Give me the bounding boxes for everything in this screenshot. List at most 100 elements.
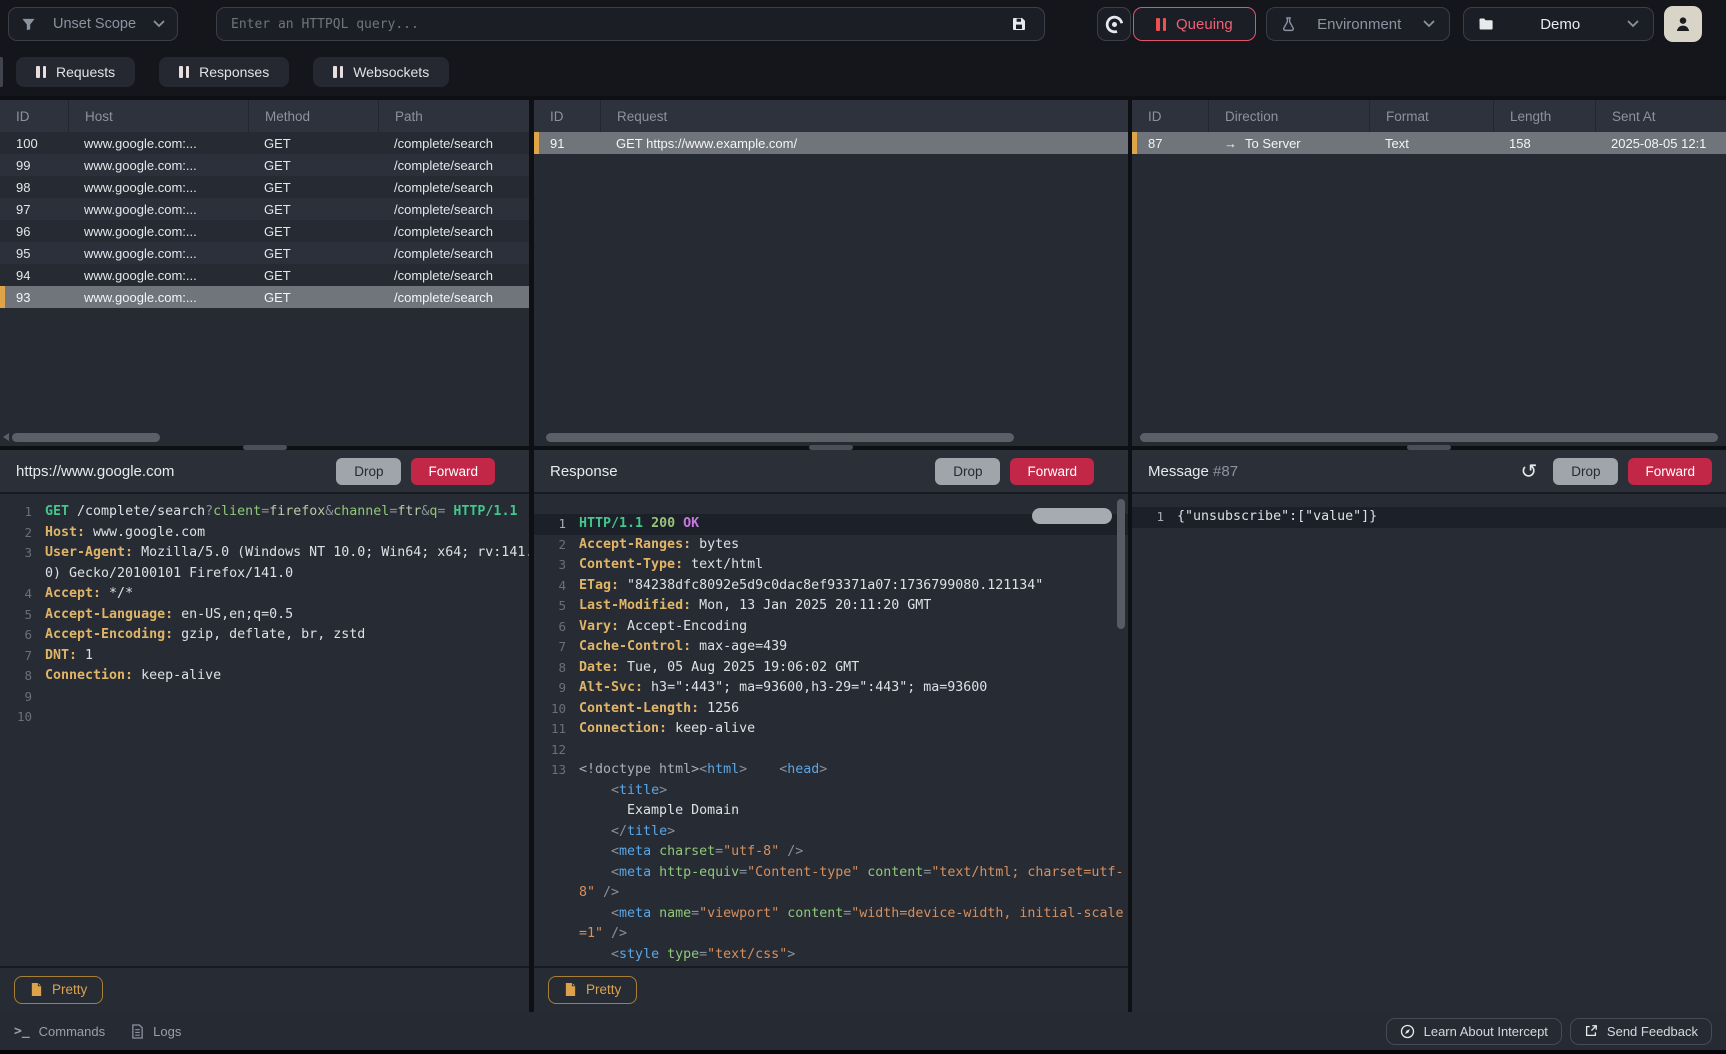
- line-number: 9: [0, 687, 32, 708]
- table-cell: Text: [1369, 136, 1493, 151]
- drop-button[interactable]: Drop: [336, 458, 401, 485]
- code-line: 12: [534, 740, 1128, 761]
- scrollbar-thumb-horizontal[interactable]: [1032, 508, 1112, 524]
- table-row[interactable]: 95www.google.com:...GET/complete/search: [0, 242, 529, 264]
- code-line: =1" />: [534, 924, 1128, 945]
- column-header[interactable]: ID: [534, 109, 600, 124]
- forward-button[interactable]: Forward: [1010, 458, 1094, 485]
- table-row[interactable]: 91GET https://www.example.com/: [534, 132, 1128, 154]
- column-header[interactable]: Format: [1369, 100, 1493, 132]
- user-avatar-button[interactable]: [1664, 6, 1702, 42]
- code-text: DNT: 1: [32, 646, 93, 667]
- line-number: [0, 564, 32, 585]
- code-text: Example Domain: [566, 801, 739, 822]
- line-number: 7: [0, 646, 32, 667]
- terminal-icon: >_: [14, 1024, 30, 1039]
- drop-button[interactable]: Drop: [935, 458, 1000, 485]
- table-row[interactable]: 96www.google.com:...GET/complete/search: [0, 220, 529, 242]
- code-line: 7Cache-Control: max-age=439: [534, 637, 1128, 658]
- scope-label: Unset Scope: [46, 16, 143, 32]
- pretty-toggle-button[interactable]: Pretty: [548, 976, 637, 1004]
- table-cell: www.google.com:...: [68, 136, 248, 151]
- horizontal-scrollbar[interactable]: [12, 433, 160, 442]
- flask-icon: [1281, 16, 1296, 32]
- table-row[interactable]: 94www.google.com:...GET/complete/search: [0, 264, 529, 286]
- message-title: Message #87: [1148, 463, 1510, 480]
- column-header[interactable]: ID: [1132, 109, 1208, 124]
- line-number: [534, 801, 566, 822]
- splitter-handle[interactable]: [1407, 445, 1451, 450]
- document-icon: [30, 982, 43, 997]
- pretty-toggle-button[interactable]: Pretty: [14, 976, 103, 1004]
- code-text: Content-Type: text/html: [566, 555, 763, 576]
- save-query-icon[interactable]: [1004, 9, 1034, 39]
- toggle-responses[interactable]: Responses: [159, 57, 289, 87]
- horizontal-scrollbar[interactable]: [546, 433, 1014, 442]
- table-row[interactable]: 99www.google.com:...GET/complete/search: [0, 154, 529, 176]
- request-panel-header: https://www.google.com Drop Forward: [0, 450, 529, 492]
- table-header-row: IDDirectionFormatLengthSent At: [1132, 100, 1726, 132]
- table-cell: /complete/search: [378, 246, 529, 261]
- queuing-toggle-button[interactable]: Queuing: [1133, 7, 1256, 41]
- code-text: Accept-Language: en-US,en;q=0.5: [32, 605, 293, 626]
- column-header[interactable]: ID: [0, 109, 68, 124]
- intercept-app: Unset Scope Queuing Environment: [0, 0, 1726, 1054]
- table-cell: www.google.com:...: [68, 224, 248, 239]
- code-line: </title>: [534, 822, 1128, 843]
- scope-dropdown[interactable]: Unset Scope: [8, 7, 178, 41]
- code-text: Cache-Control: max-age=439: [566, 637, 787, 658]
- request-editor[interactable]: 1GET /complete/search?client=firefox&cha…: [0, 492, 529, 966]
- code-line: 10: [0, 707, 529, 728]
- code-text: Last-Modified: Mon, 13 Jan 2025 20:11:20…: [566, 596, 931, 617]
- request-detail-panel: https://www.google.com Drop Forward 1GET…: [0, 450, 529, 1012]
- logs-button[interactable]: Logs: [131, 1024, 181, 1039]
- code-text: [566, 740, 579, 761]
- drop-button[interactable]: Drop: [1553, 458, 1618, 485]
- table-cell: www.google.com:...: [68, 202, 248, 217]
- horizontal-scrollbar[interactable]: [1140, 433, 1718, 442]
- environment-dropdown[interactable]: Environment: [1266, 7, 1450, 41]
- project-dropdown[interactable]: Demo: [1463, 7, 1654, 41]
- table-row[interactable]: 87→To ServerText1582025-08-05 12:1: [1132, 132, 1726, 154]
- column-header[interactable]: Direction: [1208, 100, 1369, 132]
- table-row[interactable]: 98www.google.com:...GET/complete/search: [0, 176, 529, 198]
- splitter-handle[interactable]: [243, 445, 287, 450]
- message-editor[interactable]: 1{"unsubscribe":["value"]}: [1132, 492, 1726, 1012]
- table-row[interactable]: 97www.google.com:...GET/complete/search: [0, 198, 529, 220]
- code-text: <style type="text/css">: [566, 945, 795, 966]
- column-header[interactable]: Length: [1493, 100, 1595, 132]
- column-header[interactable]: Method: [248, 100, 378, 132]
- code-text: <!doctype html><html> <head>: [566, 760, 827, 781]
- column-header[interactable]: Path: [378, 100, 529, 132]
- line-number: [534, 883, 566, 904]
- code-text: Accept-Ranges: bytes: [566, 535, 739, 556]
- forward-button[interactable]: Forward: [411, 458, 495, 485]
- httpql-query-input[interactable]: [231, 17, 1004, 32]
- table-row[interactable]: 93www.google.com:...GET/complete/search: [0, 286, 529, 308]
- forward-button[interactable]: Forward: [1628, 458, 1712, 485]
- undo-icon[interactable]: ↺: [1520, 461, 1537, 481]
- drawer-handle[interactable]: [0, 57, 3, 87]
- caido-logo-button[interactable]: [1097, 7, 1131, 41]
- send-feedback-button[interactable]: Send Feedback: [1570, 1018, 1712, 1045]
- splitter-handle[interactable]: [809, 445, 853, 450]
- table-row[interactable]: 100www.google.com:...GET/complete/search: [0, 132, 529, 154]
- commands-button[interactable]: >_ Commands: [14, 1024, 105, 1039]
- code-text: [32, 687, 45, 708]
- learn-about-intercept-button[interactable]: Learn About Intercept: [1386, 1018, 1562, 1045]
- column-header[interactable]: Host: [68, 100, 248, 132]
- line-number: 3: [534, 555, 566, 576]
- column-header[interactable]: Request: [600, 100, 1128, 132]
- scrollbar-thumb-vertical[interactable]: [1117, 499, 1125, 629]
- response-editor[interactable]: 1HTTP/1.1 200 OK2Accept-Ranges: bytes3Co…: [534, 492, 1128, 966]
- httpql-query-bar: [216, 7, 1045, 41]
- column-header[interactable]: Sent At: [1595, 100, 1726, 132]
- scroll-left-arrow[interactable]: [3, 433, 9, 441]
- code-text: User-Agent: Mozilla/5.0 (Windows NT 10.0…: [32, 543, 529, 564]
- top-bar: Unset Scope Queuing Environment: [0, 0, 1726, 48]
- table-cell: 87: [1132, 136, 1208, 151]
- toggle-websockets[interactable]: Websockets: [313, 57, 449, 87]
- table-cell: 91: [534, 136, 600, 151]
- toggle-requests[interactable]: Requests: [16, 57, 135, 87]
- code-line: body {: [534, 965, 1128, 966]
